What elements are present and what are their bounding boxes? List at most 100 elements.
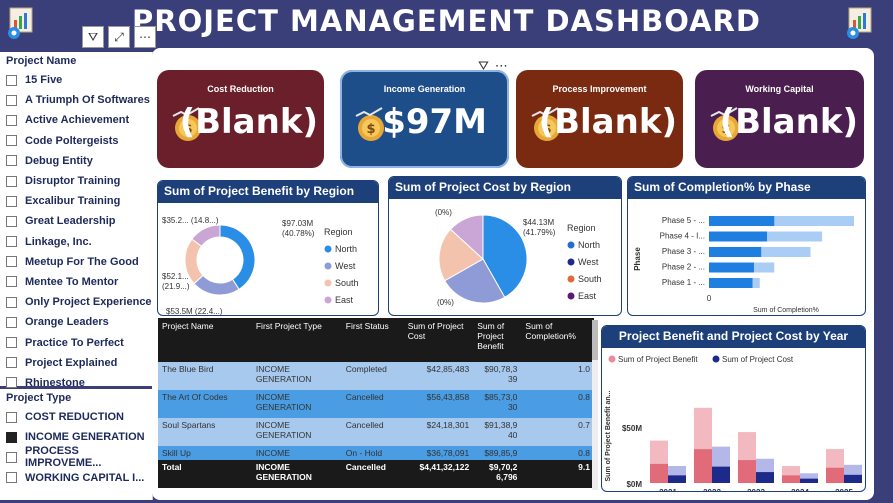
slicer-item-label: Code Poltergeists [25, 134, 119, 147]
more-options-icon[interactable]: ⋯ [134, 26, 156, 48]
column-header[interactable]: Sum of Project Benefit [473, 318, 522, 362]
card-label: Income Generation [383, 84, 466, 94]
table-row[interactable]: Skill Up INCOME On - Hold $36,78,091 $89,85,… [158, 446, 594, 460]
table-cell: 0.7 [521, 418, 594, 446]
project-name-item[interactable]: Linkage, Inc. [6, 232, 152, 252]
total-row[interactable]: Total INCOME GENERATION Cancelled $4,41,32,… [158, 460, 594, 488]
checkbox[interactable] [6, 431, 17, 443]
table-row[interactable]: The Blue Bird INCOME GENERATION Completed $… [158, 362, 594, 390]
project-name-item[interactable]: Practice To Perfect [6, 332, 152, 352]
project-name-item[interactable]: Only Project Experience [6, 292, 152, 312]
axis-title: Phase [633, 247, 642, 271]
bar[interactable] [709, 216, 775, 226]
column-cost-highlight[interactable] [756, 472, 774, 483]
more-options-icon[interactable]: ⋯ [495, 59, 508, 74]
project-name-item[interactable]: 15 Five [6, 70, 152, 90]
scrollbar-thumb[interactable] [592, 320, 598, 360]
kpi-card[interactable]: Working Capital $ (Blank) [695, 70, 864, 168]
checkbox[interactable] [6, 215, 17, 227]
checkbox[interactable] [6, 411, 17, 423]
project-name-item[interactable]: Project Explained [6, 353, 152, 373]
kpi-card[interactable]: Cost Reduction $ (Blank) [157, 70, 324, 168]
checkbox[interactable] [6, 472, 17, 484]
project-name-item[interactable]: Debug Entity [6, 151, 152, 171]
table-cell: $24,18,301 [403, 418, 474, 446]
bar[interactable] [709, 231, 767, 242]
column-cost-highlight[interactable] [712, 466, 730, 483]
checkbox[interactable] [6, 377, 17, 389]
slicer-item-label: PROCESS IMPROVEME... [25, 445, 102, 470]
checkbox[interactable] [6, 175, 17, 187]
focus-mode-icon[interactable]: ⤢ [108, 26, 130, 48]
project-name-item[interactable]: Code Poltergeists [6, 131, 152, 151]
project-name-item[interactable]: Meetup For The Good [6, 252, 152, 272]
project-table[interactable]: Project Name First Project Type First Stat… [158, 318, 594, 496]
project-name-item[interactable]: Excalibur Training [6, 191, 152, 211]
column-benefit-highlight[interactable] [738, 460, 756, 483]
project-type-item[interactable]: COST REDUCTION [6, 407, 152, 427]
checkbox[interactable] [6, 316, 17, 328]
project-type-item[interactable]: PROCESS IMPROVEME... [6, 445, 152, 470]
bar[interactable] [709, 262, 754, 273]
column-header[interactable]: Sum of Project Cost [403, 318, 474, 362]
data-label: (0%) [437, 298, 454, 307]
project-name-item[interactable]: Orange Leaders [6, 312, 152, 332]
data-label: $35.2... (14.8...) [162, 216, 219, 225]
filter-icon[interactable]: ⛛ [82, 26, 104, 48]
data-label: $53.5M (22.4...) [166, 307, 223, 316]
column-benefit-highlight[interactable] [694, 449, 712, 483]
legend-marker [567, 258, 575, 266]
checkbox[interactable] [6, 135, 17, 147]
checkbox[interactable] [6, 451, 17, 463]
bar[interactable] [709, 247, 762, 257]
filter-icon[interactable]: ⛛ [478, 59, 489, 74]
table-row[interactable]: Soul Spartans INCOME GENERATION Cancelled $… [158, 418, 594, 446]
checkbox[interactable] [6, 276, 17, 288]
project-name-item[interactable]: A Triumph Of Softwares [6, 90, 152, 110]
column-header[interactable]: Project Name [158, 318, 252, 362]
column-cost-highlight[interactable] [668, 475, 686, 483]
checkbox[interactable] [6, 256, 17, 268]
column-header[interactable]: Sum of Completion% [521, 318, 594, 362]
legend-marker [324, 245, 332, 253]
column-cost-highlight[interactable] [800, 478, 818, 483]
checkbox[interactable] [6, 74, 17, 86]
table-row[interactable]: The Art Of Codes INCOME GENERATION Cancell… [158, 390, 594, 418]
legend-label: South [335, 278, 359, 288]
table-cell: Cancelled [341, 390, 404, 418]
column-benefit-highlight[interactable] [782, 475, 800, 483]
cost-by-region-chart[interactable]: Sum of Project Cost by Region Region Nort… [388, 176, 622, 316]
pie-slice-west[interactable] [193, 274, 240, 296]
project-type-item[interactable]: WORKING CAPITAL I... [6, 468, 152, 488]
kpi-card[interactable]: Income Generation $ $97M [340, 70, 509, 168]
project-name-item[interactable]: Disruptor Training [6, 171, 152, 191]
slicer-item-label: Debug Entity [25, 154, 93, 167]
project-type-item[interactable]: INCOME GENERATION [6, 427, 152, 447]
project-name-item[interactable]: Mentee To Mentor [6, 272, 152, 292]
checkbox[interactable] [6, 337, 17, 349]
benefit-by-region-chart[interactable]: Sum of Project Benefit by Region Region N… [157, 180, 379, 316]
checkbox[interactable] [6, 155, 17, 167]
benefit-cost-by-year-chart[interactable]: Project Benefit and Project Cost by Year… [601, 325, 866, 492]
legend-marker [567, 241, 575, 249]
kpi-card[interactable]: Process Improvement $ (Blank) [516, 70, 683, 168]
column-benefit-highlight[interactable] [650, 463, 668, 483]
project-name-item[interactable]: Active Achievement [6, 110, 152, 130]
project-name-item[interactable]: Great Leadership [6, 211, 152, 231]
checkbox[interactable] [6, 195, 17, 207]
pie-slice-north[interactable] [219, 224, 256, 291]
completion-by-phase-chart[interactable]: Sum of Completion% by Phase Phase Phase 5… [627, 176, 866, 316]
bar[interactable] [709, 278, 753, 288]
checkbox[interactable] [6, 236, 17, 248]
column-header[interactable]: First Status [341, 318, 404, 362]
table-scrollbar[interactable] [592, 320, 598, 490]
column-benefit-highlight[interactable] [826, 467, 844, 483]
column-cost-highlight[interactable] [844, 474, 862, 483]
project-type-slicer: Project Type COST REDUCTION INCOME GENERA… [0, 389, 153, 500]
checkbox[interactable] [6, 357, 17, 369]
legend-label: Sum of Project Benefit [618, 355, 698, 364]
checkbox[interactable] [6, 114, 17, 126]
column-header[interactable]: First Project Type [251, 318, 342, 362]
checkbox[interactable] [6, 94, 17, 106]
checkbox[interactable] [6, 296, 17, 308]
